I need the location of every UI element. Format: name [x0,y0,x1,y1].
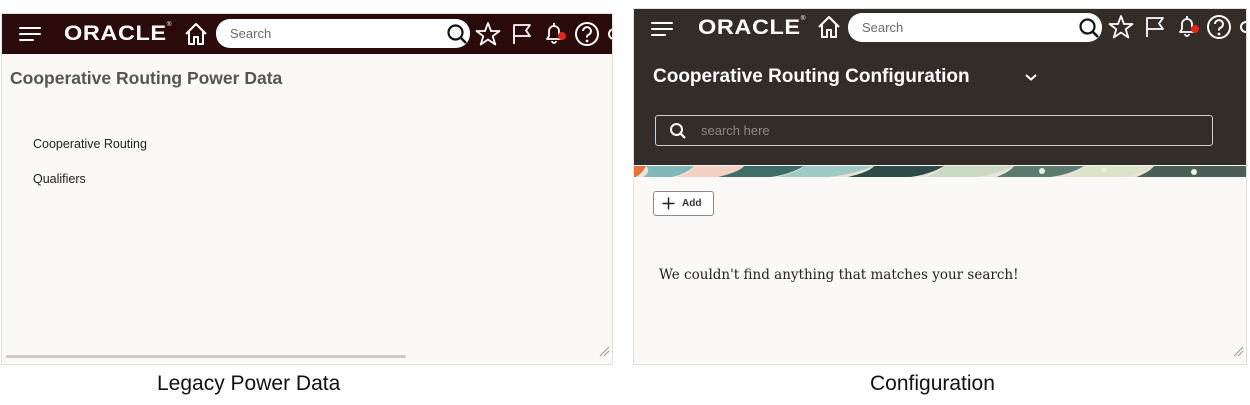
caption-legacy-power-data: Legacy Power Data [157,372,341,395]
page-title: Cooperative Routing Configuration [653,66,970,87]
page-search-field[interactable] [655,115,1213,146]
home-icon[interactable] [816,14,842,40]
global-search-field[interactable] [848,13,1102,42]
global-header: ORACLE® [634,9,1246,47]
help-icon[interactable] [1205,13,1233,41]
hamburger-menu-icon[interactable] [19,27,41,41]
search-icon [669,122,687,140]
decorative-banner-art [634,165,1246,177]
legacy-power-data-panel: ORACLE® Cooperative Routing Power Data C… [1,13,613,365]
search-icon[interactable] [1078,17,1100,39]
oracle-logo[interactable]: ORACLE® [698,16,806,40]
resize-grip-icon[interactable] [598,344,610,362]
user-avatar-icon[interactable] [606,26,612,42]
search-icon[interactable] [446,23,468,45]
page-header: Cooperative Routing Configuration [634,47,1246,165]
global-search-input[interactable] [848,13,1102,42]
chevron-down-icon[interactable] [1024,72,1038,82]
global-search-field[interactable] [216,19,470,48]
caption-configuration: Configuration [870,372,995,395]
flag-icon[interactable] [510,22,534,46]
star-icon[interactable] [475,21,501,47]
configuration-panel: ORACLE® Cooperative Routing Configuratio… [633,8,1247,365]
bell-icon[interactable] [1175,13,1201,39]
resize-grip-icon[interactable] [1232,344,1244,362]
global-search-input[interactable] [216,19,470,48]
nav-link-qualifiers[interactable]: Qualifiers [33,172,86,186]
flag-icon[interactable] [1143,15,1167,39]
star-icon[interactable] [1108,14,1134,40]
add-button[interactable]: Add [653,191,714,216]
home-icon[interactable] [183,21,209,47]
nav-link-cooperative-routing[interactable]: Cooperative Routing [33,137,147,151]
user-avatar-icon[interactable] [1238,19,1246,35]
add-button-label: Add [682,198,702,209]
empty-state-message: We couldn't find anything that matches y… [659,267,1019,283]
oracle-logo[interactable]: ORACLE® [64,22,172,46]
page-title: Cooperative Routing Power Data [10,68,283,88]
global-header: ORACLE® [2,14,612,54]
bell-icon[interactable] [542,20,568,46]
plus-icon [662,197,675,213]
hamburger-menu-icon[interactable] [651,22,673,36]
page-search-input[interactable] [656,116,1212,145]
help-icon[interactable] [573,20,601,48]
horizontal-scrollbar[interactable] [6,355,406,358]
